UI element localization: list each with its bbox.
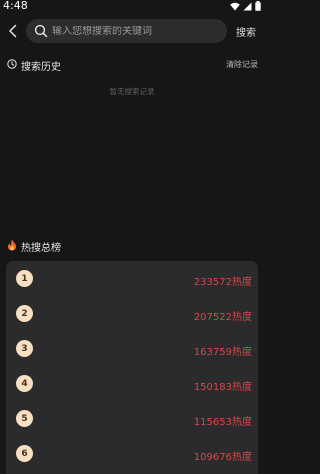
heat-value: 233572热度	[193, 277, 252, 288]
signal-icon	[243, 2, 252, 11]
history-empty-text: 暂无搜索记录	[109, 87, 155, 96]
hot-list-item[interactable]: 1 233572热度	[6, 267, 258, 289]
clock-icon	[7, 59, 17, 72]
search-icon	[34, 24, 48, 38]
heat-value: 150183热度	[193, 382, 252, 393]
hot-list-item[interactable]: 3 163759热度	[6, 337, 258, 359]
hot-list-item[interactable]: 4 150183热度	[6, 372, 258, 394]
hot-list-item[interactable]: 6 109676热度	[6, 442, 258, 464]
history-header: 搜索历史 清除记录	[7, 58, 258, 73]
history-title: 搜索历史	[7, 58, 61, 73]
wifi-icon	[230, 2, 240, 11]
chevron-left-icon	[9, 24, 17, 38]
search-box[interactable]	[26, 19, 227, 43]
search-button[interactable]: 搜索	[236, 24, 256, 39]
rank-badge: 6	[16, 445, 33, 462]
hot-list-item[interactable]: 5 115653热度	[6, 407, 258, 429]
rank-badge: 2	[16, 305, 33, 322]
status-icons	[230, 1, 261, 11]
hot-title-label: 热搜总榜	[21, 243, 61, 254]
rank-badge: 5	[16, 410, 33, 427]
rank-badge: 3	[16, 340, 33, 357]
heat-value: 109676热度	[193, 452, 252, 463]
status-bar: 4:48	[0, 0, 264, 14]
back-button[interactable]	[4, 22, 22, 40]
rank-badge: 1	[16, 270, 33, 287]
history-title-label: 搜索历史	[21, 62, 61, 73]
fire-icon	[7, 239, 17, 254]
heat-value: 207522热度	[193, 312, 252, 323]
hot-list-item[interactable]: 2 207522热度	[6, 302, 258, 324]
rank-badge: 4	[16, 375, 33, 392]
heat-value: 163759热度	[193, 347, 252, 358]
clear-history-button[interactable]: 清除记录	[226, 59, 258, 70]
battery-icon	[255, 1, 261, 11]
hot-title: 热搜总榜	[7, 239, 61, 254]
search-page: 4:48 搜索	[0, 0, 264, 474]
search-input[interactable]	[52, 25, 222, 37]
status-time: 4:48	[3, 0, 28, 12]
hot-list: 1 233572热度 2 207522热度 3 163759热度 4 15018…	[6, 261, 258, 474]
heat-value: 115653热度	[193, 417, 252, 428]
